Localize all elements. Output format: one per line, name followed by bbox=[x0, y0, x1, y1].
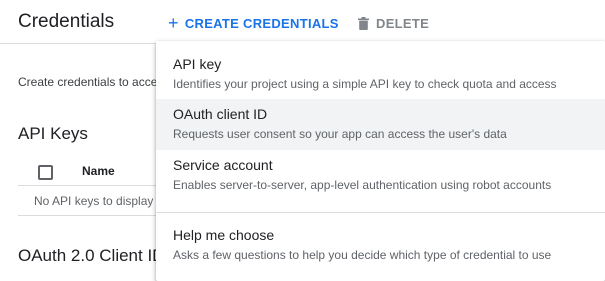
menu-item-description: Identifies your project using a simple A… bbox=[173, 77, 557, 91]
delete-button[interactable]: DELETE bbox=[358, 12, 429, 34]
intro-text: Create credentials to access bbox=[18, 75, 170, 89]
menu-item-description: Asks a few questions to help you decide … bbox=[173, 248, 552, 262]
plus-icon: + bbox=[168, 13, 179, 33]
column-header-name[interactable]: Name bbox=[82, 164, 115, 178]
oauth-client-ids-title: OAuth 2.0 Client IDs bbox=[18, 246, 173, 265]
trash-icon bbox=[358, 16, 369, 30]
create-credentials-label: CREATE CREDENTIALS bbox=[184, 15, 339, 31]
api-keys-title: API Keys bbox=[18, 124, 88, 143]
select-all-checkbox[interactable] bbox=[38, 165, 53, 180]
create-credentials-button[interactable]: + CREATE CREDENTIALS bbox=[168, 12, 339, 34]
menu-item-title: OAuth client ID bbox=[173, 106, 268, 122]
create-credentials-menu: API key Identifies your project using a … bbox=[156, 41, 605, 281]
toolbar: Credentials + CREATE CREDENTIALS DELETE bbox=[0, 0, 605, 44]
menu-item-title: Service account bbox=[173, 157, 273, 173]
menu-item-description: Requests user consent so your app can ac… bbox=[173, 127, 507, 141]
menu-item-title: API key bbox=[173, 56, 222, 72]
menu-item-api-key[interactable]: API key Identifies your project using a … bbox=[156, 49, 605, 99]
menu-item-service-account[interactable]: Service account Enables server-to-server… bbox=[156, 150, 605, 201]
menu-item-title: Help me choose bbox=[173, 227, 275, 243]
delete-label: DELETE bbox=[376, 15, 430, 31]
menu-item-description: Enables server-to-server, app-level auth… bbox=[173, 178, 552, 192]
page-title: Credentials bbox=[18, 11, 115, 32]
empty-message: No API keys to display bbox=[34, 194, 154, 208]
menu-item-help-me-choose[interactable]: Help me choose Asks a few questions to h… bbox=[156, 220, 605, 272]
menu-divider bbox=[156, 212, 605, 213]
menu-item-oauth-client-id[interactable]: OAuth client ID Requests user consent so… bbox=[156, 99, 605, 150]
